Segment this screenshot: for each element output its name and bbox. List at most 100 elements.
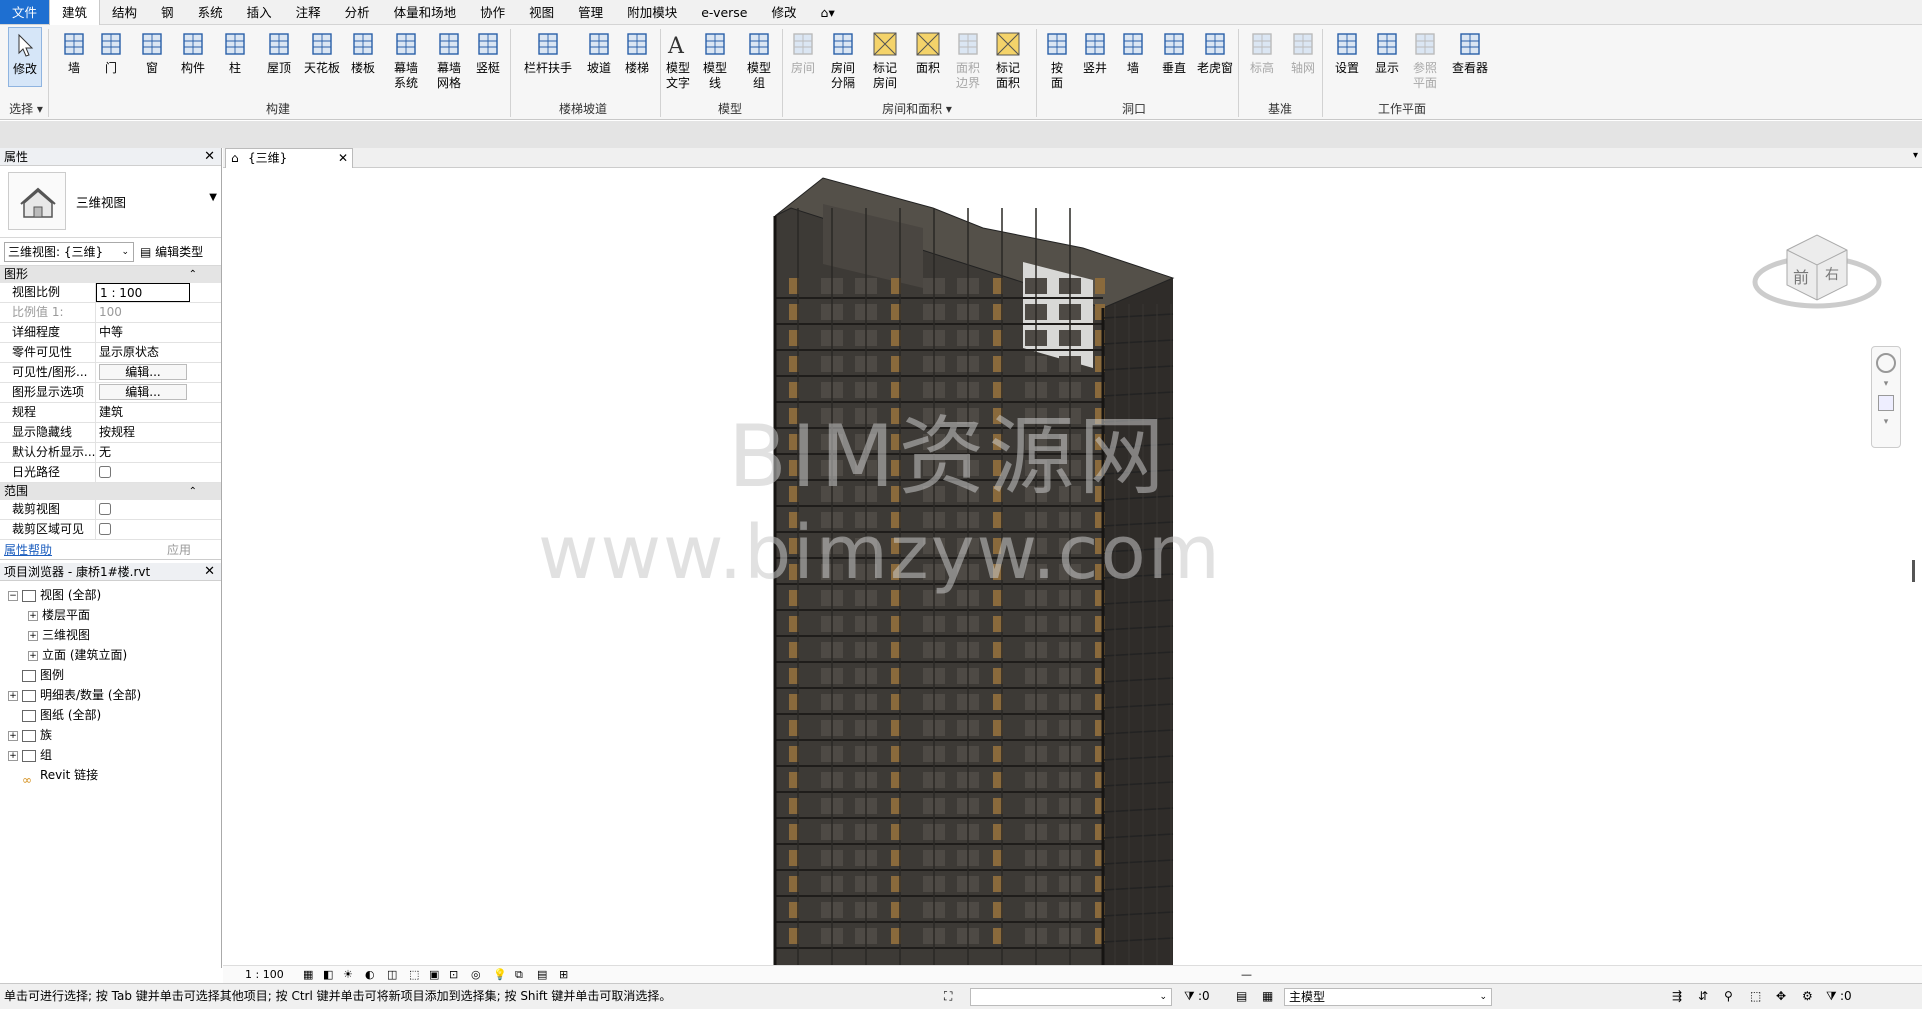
- tool-shaft-button[interactable]: 竖井: [1078, 27, 1112, 76]
- menu-item[interactable]: 体量和场地: [382, 0, 469, 24]
- property-value[interactable]: [96, 463, 190, 482]
- minimize-icon[interactable]: —: [1241, 966, 1252, 983]
- menu-item[interactable]: 结构: [100, 0, 149, 24]
- sun-path-icon[interactable]: ☀: [343, 966, 353, 983]
- building-model[interactable]: [223, 168, 1922, 968]
- collapse-icon[interactable]: −: [8, 590, 18, 601]
- tool-area-button[interactable]: 面积: [910, 27, 946, 76]
- tool-area-boundary-button[interactable]: 面积 边界: [950, 27, 986, 91]
- tool-roof-button[interactable]: 屋顶: [262, 27, 296, 76]
- worksharing-icon[interactable]: ⛶: [944, 984, 952, 1008]
- visual-style-icon[interactable]: ◧: [323, 966, 333, 983]
- tree-node[interactable]: + 立面 (建筑立面): [0, 645, 221, 665]
- menu-item[interactable]: e-verse: [689, 0, 759, 24]
- tool-viewer-button[interactable]: 查看器: [1446, 27, 1494, 76]
- tool-component-button[interactable]: 构件: [175, 27, 211, 76]
- property-value[interactable]: 1 : 100: [96, 283, 190, 302]
- scrollbar-handle[interactable]: [1912, 560, 1915, 582]
- steering-wheel-icon[interactable]: [1876, 353, 1896, 373]
- close-icon[interactable]: ✕: [204, 563, 215, 581]
- menu-item[interactable]: 系统: [186, 0, 235, 24]
- expand-icon[interactable]: +: [28, 630, 38, 641]
- workset-combo[interactable]: ⌄: [970, 988, 1172, 1006]
- tool-tag-room-button[interactable]: 标记 房间: [868, 27, 902, 91]
- tool-model-group-button[interactable]: 模型 组: [742, 27, 776, 91]
- edit-button[interactable]: 编辑...: [99, 384, 187, 400]
- tool-by-face-button[interactable]: 按 面: [1040, 27, 1074, 91]
- property-value[interactable]: 编辑...: [96, 383, 190, 402]
- edit-button[interactable]: 编辑...: [99, 364, 187, 380]
- expand-icon[interactable]: +: [8, 730, 18, 741]
- tree-node[interactable]: + 明细表/数量 (全部): [0, 685, 221, 705]
- tool-tag-area-button[interactable]: 标记 面积: [990, 27, 1026, 91]
- tree-node[interactable]: + 三维视图: [0, 625, 221, 645]
- property-value[interactable]: [96, 500, 190, 519]
- tree-node[interactable]: ∞ Revit 链接: [0, 765, 221, 787]
- crop-region-icon[interactable]: ▣: [429, 966, 439, 983]
- close-icon[interactable]: ✕: [338, 149, 348, 168]
- tree-node[interactable]: 图例: [0, 665, 221, 685]
- chevron-down-icon[interactable]: ▼: [209, 192, 217, 203]
- menu-item[interactable]: 钢: [149, 0, 186, 24]
- ribbon-group-label[interactable]: 房间和面积 ▾: [862, 100, 972, 117]
- chevron-down-icon[interactable]: ▾: [1872, 379, 1900, 389]
- reveal-hidden-icon[interactable]: 💡: [493, 966, 507, 983]
- menu-item[interactable]: 插入: [235, 0, 284, 24]
- analytical-icon[interactable]: ⧉: [515, 966, 523, 983]
- close-icon[interactable]: ✕: [204, 148, 215, 166]
- type-selector[interactable]: 三维视图 ▼: [0, 166, 221, 238]
- menu-item[interactable]: 分析: [333, 0, 382, 24]
- drag-elements-icon[interactable]: ✥: [1776, 984, 1786, 1008]
- menu-item[interactable]: 建筑: [49, 0, 101, 25]
- expand-icon[interactable]: +: [28, 650, 38, 661]
- background-process-icon[interactable]: ⚙: [1802, 984, 1813, 1008]
- temp-hide-icon[interactable]: ◎: [471, 966, 481, 983]
- tool-grid-button[interactable]: 轴网: [1286, 27, 1320, 76]
- view-scale[interactable]: 1 : 100: [245, 966, 284, 983]
- expand-icon[interactable]: +: [28, 610, 38, 621]
- view-tab-3d[interactable]: ⌂ {三维} ✕: [225, 148, 353, 168]
- tool-room-button[interactable]: 房间: [785, 27, 821, 76]
- property-value[interactable]: 建筑: [96, 403, 190, 422]
- tool-mullion-button[interactable]: 竖梃: [472, 27, 504, 76]
- lock-icon[interactable]: ⊡: [449, 966, 458, 983]
- apply-button[interactable]: 应用: [167, 540, 191, 560]
- tool-show-workplane-button[interactable]: 显示: [1370, 27, 1404, 76]
- expand-icon[interactable]: +: [8, 750, 18, 761]
- tool-model-text-button[interactable]: A 模型 文字: [662, 27, 694, 91]
- tool-vertical-opening-button[interactable]: 垂直: [1157, 27, 1191, 76]
- tool-wall-button[interactable]: 墙: [58, 27, 90, 76]
- edit-type-button[interactable]: ▤ 编辑类型: [140, 243, 203, 260]
- tree-node[interactable]: − 视图 (全部): [0, 585, 221, 605]
- ribbon-group-label[interactable]: 选择 ▾: [4, 100, 48, 117]
- property-checkbox[interactable]: [99, 503, 111, 515]
- design-option-combo[interactable]: 主模型 ⌄: [1284, 988, 1492, 1006]
- property-value[interactable]: 无: [96, 443, 190, 462]
- tool-railing-button[interactable]: 栏杆扶手: [520, 27, 576, 76]
- menu-item[interactable]: 文件: [0, 0, 50, 24]
- property-value[interactable]: 中等: [96, 323, 190, 342]
- select-by-face-icon[interactable]: ⬚: [1750, 984, 1761, 1008]
- property-value[interactable]: [96, 520, 190, 539]
- tool-dormer-button[interactable]: 老虎窗: [1196, 27, 1234, 76]
- properties-help-link[interactable]: 属性帮助: [4, 540, 52, 560]
- tool-stair-button[interactable]: 楼梯: [620, 27, 654, 76]
- constraints-icon[interactable]: ⊞: [559, 966, 568, 983]
- tool-room-separator-button[interactable]: 房间 分隔: [826, 27, 860, 91]
- viewcube-right-face[interactable]: 右: [1825, 264, 1839, 284]
- property-checkbox[interactable]: [99, 466, 111, 478]
- expand-icon[interactable]: +: [8, 690, 18, 701]
- tool-column-button[interactable]: 柱: [219, 27, 251, 76]
- tree-node[interactable]: + 楼层平面: [0, 605, 221, 625]
- design-options-icon[interactable]: ▤: [1236, 984, 1247, 1008]
- property-checkbox[interactable]: [99, 523, 111, 535]
- menu-item[interactable]: ⌂▾: [809, 0, 847, 24]
- tool-set-workplane-button[interactable]: 设置: [1330, 27, 1364, 76]
- property-value[interactable]: 100: [96, 303, 190, 322]
- tool-ramp-button[interactable]: 坡道: [582, 27, 616, 76]
- menu-item[interactable]: 管理: [566, 0, 615, 24]
- crop-icon[interactable]: ⬚: [409, 966, 419, 983]
- tool-ref-plane-button[interactable]: 参照 平面: [1408, 27, 1442, 91]
- menu-item[interactable]: 附加模块: [615, 0, 689, 24]
- view-cube[interactable]: 前 右: [1747, 210, 1887, 320]
